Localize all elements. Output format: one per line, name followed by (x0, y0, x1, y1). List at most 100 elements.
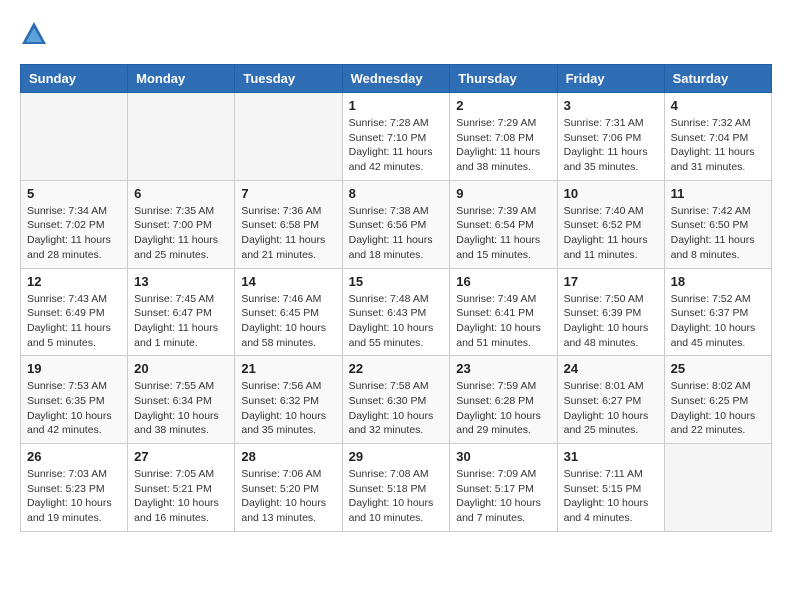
calendar-day-cell (21, 93, 128, 181)
day-number: 7 (241, 186, 335, 201)
day-number: 9 (456, 186, 550, 201)
day-info: Sunrise: 7:45 AM Sunset: 6:47 PM Dayligh… (134, 292, 228, 351)
logo-icon (20, 20, 48, 48)
day-info: Sunrise: 7:34 AM Sunset: 7:02 PM Dayligh… (27, 204, 121, 263)
calendar-day-cell (664, 444, 771, 532)
calendar-day-cell: 1Sunrise: 7:28 AM Sunset: 7:10 PM Daylig… (342, 93, 450, 181)
day-info: Sunrise: 7:28 AM Sunset: 7:10 PM Dayligh… (349, 116, 444, 175)
calendar-day-cell: 21Sunrise: 7:56 AM Sunset: 6:32 PM Dayli… (235, 356, 342, 444)
calendar-day-cell: 29 Sunrise: 7:08 AM Sunset: 5:18 PM Dayli… (342, 444, 450, 532)
calendar-day-cell: 10 Sunrise: 7:40 AM Sunset: 6:52 PM Dayli… (557, 180, 664, 268)
day-number: 13 (134, 274, 228, 289)
calendar-day-cell: 25 Sunrise: 8:02 AM Sunset: 6:25 PM Dayli… (664, 356, 771, 444)
weekday-header: Sunday (21, 65, 128, 93)
calendar-day-cell: 3 Sunrise: 7:31 AM Sunset: 7:06 PM Daylig… (557, 93, 664, 181)
day-info: Sunrise: 7:59 AM Sunset: 6:28 PM Dayligh… (456, 379, 550, 438)
day-info: Sunrise: 7:05 AM Sunset: 5:21 PM Dayligh… (134, 467, 228, 526)
weekday-header: Friday (557, 65, 664, 93)
weekday-header: Wednesday (342, 65, 450, 93)
weekday-header: Thursday (450, 65, 557, 93)
day-info: Sunrise: 7:40 AM Sunset: 6:52 PM Dayligh… (564, 204, 658, 263)
day-number: 24 (564, 361, 658, 376)
calendar-table: SundayMondayTuesdayWednesdayThursdayFrid… (20, 64, 772, 532)
calendar-day-cell: 14 Sunrise: 7:46 AM Sunset: 6:45 PM Dayli… (235, 268, 342, 356)
calendar-day-cell: 17 Sunrise: 7:50 AM Sunset: 6:39 PM Dayli… (557, 268, 664, 356)
day-number: 8 (349, 186, 444, 201)
day-number: 17 (564, 274, 658, 289)
day-info: Sunrise: 7:09 AM Sunset: 5:17 PM Dayligh… (456, 467, 550, 526)
weekday-header: Saturday (664, 65, 771, 93)
calendar-week-row: 1Sunrise: 7:28 AM Sunset: 7:10 PM Daylig… (21, 93, 772, 181)
day-info: Sunrise: 7:38 AM Sunset: 6:56 PM Dayligh… (349, 204, 444, 263)
day-number: 15 (349, 274, 444, 289)
day-info: Sunrise: 7:31 AM Sunset: 7:06 PM Dayligh… (564, 116, 658, 175)
calendar-day-cell: 30 Sunrise: 7:09 AM Sunset: 5:17 PM Dayli… (450, 444, 557, 532)
day-number: 23 (456, 361, 550, 376)
day-number: 28 (241, 449, 335, 464)
calendar-day-cell: 13 Sunrise: 7:45 AM Sunset: 6:47 PM Dayli… (128, 268, 235, 356)
page-header (20, 20, 772, 48)
day-info: Sunrise: 8:02 AM Sunset: 6:25 PM Dayligh… (671, 379, 765, 438)
calendar-day-cell: 8 Sunrise: 7:38 AM Sunset: 6:56 PM Daylig… (342, 180, 450, 268)
calendar-day-cell: 31 Sunrise: 7:11 AM Sunset: 5:15 PM Dayli… (557, 444, 664, 532)
day-number: 29 (349, 449, 444, 464)
calendar-day-cell (128, 93, 235, 181)
day-number: 3 (564, 98, 658, 113)
calendar-week-row: 5 Sunrise: 7:34 AM Sunset: 7:02 PM Daylig… (21, 180, 772, 268)
calendar-day-cell: 26Sunrise: 7:03 AM Sunset: 5:23 PM Dayli… (21, 444, 128, 532)
day-number: 25 (671, 361, 765, 376)
calendar-day-cell: 7 Sunrise: 7:36 AM Sunset: 6:58 PM Daylig… (235, 180, 342, 268)
day-info: Sunrise: 7:29 AM Sunset: 7:08 PM Dayligh… (456, 116, 550, 175)
calendar-day-cell: 18 Sunrise: 7:52 AM Sunset: 6:37 PM Dayli… (664, 268, 771, 356)
calendar-day-cell: 28Sunrise: 7:06 AM Sunset: 5:20 PM Dayli… (235, 444, 342, 532)
day-number: 31 (564, 449, 658, 464)
day-info: Sunrise: 7:58 AM Sunset: 6:30 PM Dayligh… (349, 379, 444, 438)
calendar-day-cell: 19 Sunrise: 7:53 AM Sunset: 6:35 PM Dayli… (21, 356, 128, 444)
day-info: Sunrise: 7:36 AM Sunset: 6:58 PM Dayligh… (241, 204, 335, 263)
weekday-header: Monday (128, 65, 235, 93)
calendar-header-row: SundayMondayTuesdayWednesdayThursdayFrid… (21, 65, 772, 93)
calendar-week-row: 12Sunrise: 7:43 AM Sunset: 6:49 PM Dayli… (21, 268, 772, 356)
day-number: 22 (349, 361, 444, 376)
day-number: 27 (134, 449, 228, 464)
weekday-header: Tuesday (235, 65, 342, 93)
day-info: Sunrise: 7:08 AM Sunset: 5:18 PM Dayligh… (349, 467, 444, 526)
day-number: 18 (671, 274, 765, 289)
day-info: Sunrise: 7:03 AM Sunset: 5:23 PM Dayligh… (27, 467, 121, 526)
calendar-day-cell: 11 Sunrise: 7:42 AM Sunset: 6:50 PM Dayli… (664, 180, 771, 268)
calendar-day-cell: 23 Sunrise: 7:59 AM Sunset: 6:28 PM Dayli… (450, 356, 557, 444)
day-number: 12 (27, 274, 121, 289)
day-number: 14 (241, 274, 335, 289)
calendar-day-cell: 24Sunrise: 8:01 AM Sunset: 6:27 PM Dayli… (557, 356, 664, 444)
calendar-day-cell: 27 Sunrise: 7:05 AM Sunset: 5:21 PM Dayli… (128, 444, 235, 532)
calendar-day-cell: 16Sunrise: 7:49 AM Sunset: 6:41 PM Dayli… (450, 268, 557, 356)
day-number: 20 (134, 361, 228, 376)
day-number: 6 (134, 186, 228, 201)
calendar-day-cell: 12Sunrise: 7:43 AM Sunset: 6:49 PM Dayli… (21, 268, 128, 356)
calendar-day-cell: 4Sunrise: 7:32 AM Sunset: 7:04 PM Daylig… (664, 93, 771, 181)
day-number: 30 (456, 449, 550, 464)
calendar-day-cell: 22 Sunrise: 7:58 AM Sunset: 6:30 PM Dayli… (342, 356, 450, 444)
calendar-week-row: 26Sunrise: 7:03 AM Sunset: 5:23 PM Dayli… (21, 444, 772, 532)
day-info: Sunrise: 7:52 AM Sunset: 6:37 PM Dayligh… (671, 292, 765, 351)
calendar-day-cell (235, 93, 342, 181)
calendar-day-cell: 2Sunrise: 7:29 AM Sunset: 7:08 PM Daylig… (450, 93, 557, 181)
day-info: Sunrise: 7:53 AM Sunset: 6:35 PM Dayligh… (27, 379, 121, 438)
day-info: Sunrise: 7:11 AM Sunset: 5:15 PM Dayligh… (564, 467, 658, 526)
day-number: 5 (27, 186, 121, 201)
day-number: 19 (27, 361, 121, 376)
day-info: Sunrise: 7:50 AM Sunset: 6:39 PM Dayligh… (564, 292, 658, 351)
calendar-day-cell: 5 Sunrise: 7:34 AM Sunset: 7:02 PM Daylig… (21, 180, 128, 268)
calendar-day-cell: 9 Sunrise: 7:39 AM Sunset: 6:54 PM Daylig… (450, 180, 557, 268)
day-info: Sunrise: 7:35 AM Sunset: 7:00 PM Dayligh… (134, 204, 228, 263)
day-info: Sunrise: 7:46 AM Sunset: 6:45 PM Dayligh… (241, 292, 335, 351)
day-info: Sunrise: 7:48 AM Sunset: 6:43 PM Dayligh… (349, 292, 444, 351)
calendar-day-cell: 15 Sunrise: 7:48 AM Sunset: 6:43 PM Dayli… (342, 268, 450, 356)
calendar-week-row: 19 Sunrise: 7:53 AM Sunset: 6:35 PM Dayli… (21, 356, 772, 444)
day-info: Sunrise: 7:42 AM Sunset: 6:50 PM Dayligh… (671, 204, 765, 263)
day-number: 11 (671, 186, 765, 201)
day-number: 4 (671, 98, 765, 113)
day-info: Sunrise: 7:39 AM Sunset: 6:54 PM Dayligh… (456, 204, 550, 263)
logo (20, 20, 52, 48)
day-number: 10 (564, 186, 658, 201)
